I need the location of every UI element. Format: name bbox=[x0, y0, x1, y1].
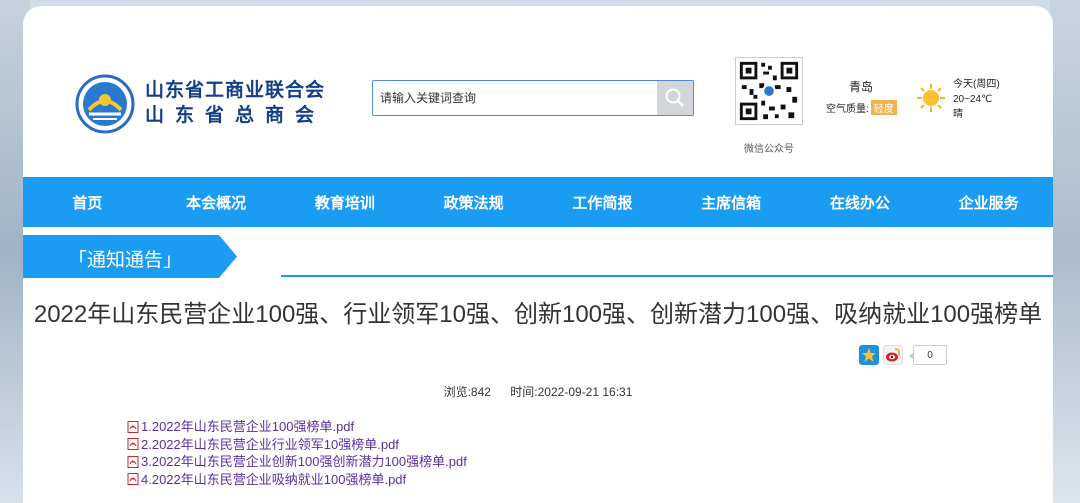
article-meta: 浏览:842 时间:2022-09-21 16:31 bbox=[23, 383, 1053, 400]
pdf-icon bbox=[127, 438, 139, 451]
share-bar: 0 bbox=[859, 345, 947, 365]
pdf-icon bbox=[127, 420, 139, 433]
background-right bbox=[1050, 0, 1080, 503]
weather-day: 今天(周四) bbox=[953, 79, 1000, 90]
section-divider bbox=[281, 275, 1053, 277]
qzone-share-icon[interactable] bbox=[859, 345, 879, 365]
publish-time: 时间:2022-09-21 16:31 bbox=[510, 385, 633, 399]
org-name-line2: 山东省总商会 bbox=[145, 105, 326, 126]
air-quality-badge: 轻度 bbox=[870, 100, 897, 115]
attachment-label: 1.2022年山东民营企业100强榜单.pdf bbox=[141, 419, 355, 434]
article-title: 2022年山东民营企业100强、行业领军10强、创新100强、创新潜力100强、… bbox=[33, 301, 1043, 328]
weather-forecast: 今天(周四) 20~24℃ 晴 bbox=[953, 77, 1000, 122]
weather-city: 青岛 bbox=[849, 80, 874, 94]
weibo-share-icon[interactable] bbox=[883, 345, 903, 365]
main-nav: 首页 本会概况 教育培训 政策法规 工作简报 主席信箱 在线办公 企业服务 bbox=[23, 177, 1053, 227]
nav-item-education[interactable]: 教育培训 bbox=[281, 177, 410, 227]
air-quality-label: 空气质量: bbox=[826, 104, 869, 115]
nav-item-mailbox[interactable]: 主席信箱 bbox=[667, 177, 796, 227]
attachment-link[interactable]: 4.2022年山东民营企业吸纳就业100强榜单.pdf bbox=[127, 471, 467, 489]
attachment-label: 4.2022年山东民营企业吸纳就业100强榜单.pdf bbox=[141, 471, 407, 487]
qr-caption: 微信公众号 bbox=[744, 144, 794, 155]
nav-item-office[interactable]: 在线办公 bbox=[796, 177, 925, 227]
wechat-qr: 微信公众号 bbox=[734, 57, 804, 155]
nav-item-briefing[interactable]: 工作简报 bbox=[538, 177, 667, 227]
search-button[interactable] bbox=[657, 81, 693, 115]
page-container: 山东省工商业联合会 山东省总商会 微信公众号 青岛 bbox=[23, 6, 1053, 503]
sun-icon bbox=[917, 84, 945, 112]
attachment-link[interactable]: 3.2022年山东民营企业创新100强创新潜力100强榜单.pdf bbox=[127, 453, 467, 471]
site-logo[interactable]: 山东省工商业联合会 山东省总商会 bbox=[75, 74, 325, 134]
attachment-label: 3.2022年山东民营企业创新100强创新潜力100强榜单.pdf bbox=[141, 454, 467, 469]
attachment-link[interactable]: 2.2022年山东民营企业行业领军10强榜单.pdf bbox=[127, 436, 467, 454]
org-name-line1: 山东省工商业联合会 bbox=[145, 80, 326, 101]
search-bar bbox=[372, 80, 694, 116]
nav-item-home[interactable]: 首页 bbox=[23, 177, 152, 227]
search-input[interactable] bbox=[373, 81, 657, 115]
attachment-link[interactable]: 1.2022年山东民营企业100强榜单.pdf bbox=[127, 418, 467, 436]
nav-item-services[interactable]: 企业服务 bbox=[924, 177, 1053, 227]
attachment-label: 2.2022年山东民营企业行业领军10强榜单.pdf bbox=[141, 436, 399, 452]
air-quality: 空气质量: 轻度 bbox=[826, 100, 897, 115]
attachment-list: 1.2022年山东民营企业100强榜单.pdf 2.2022年山东民营企业行业领… bbox=[127, 418, 467, 488]
nav-item-policy[interactable]: 政策法规 bbox=[409, 177, 538, 227]
search-icon bbox=[665, 88, 684, 107]
qr-code-icon bbox=[735, 57, 803, 125]
pdf-icon bbox=[127, 455, 139, 468]
weather-temp: 20~24℃ bbox=[953, 94, 993, 105]
share-count: 0 bbox=[909, 345, 947, 365]
pdf-icon bbox=[127, 473, 139, 486]
view-count: 浏览:842 bbox=[443, 385, 491, 399]
section-title: 「通知通告」 bbox=[68, 250, 183, 271]
weather-condition: 晴 bbox=[953, 109, 963, 120]
logo-emblem-icon bbox=[75, 74, 135, 134]
nav-item-about[interactable]: 本会概况 bbox=[152, 177, 281, 227]
section-tab: 「通知通告」 bbox=[23, 235, 237, 278]
